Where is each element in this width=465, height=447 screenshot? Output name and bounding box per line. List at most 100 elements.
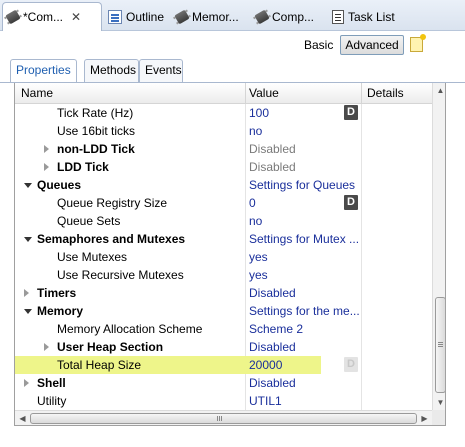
scroll-right-arrow-icon[interactable]: ▶ [417,411,432,425]
chip-icon [5,9,21,25]
default-value-button[interactable]: D [344,105,358,120]
property-name: Shell [37,376,66,390]
property-row[interactable]: Timers Disabled [15,284,432,302]
property-name: Use Mutexes [57,250,128,264]
property-row[interactable]: Utility UTIL1 [15,392,432,410]
tab-label: Memor... [192,9,239,24]
tab-task-list[interactable]: Task List [332,3,395,30]
property-rows: Tick Rate (Hz) 100 D Use 16bit ticks no non-L… [15,104,432,410]
property-name: Memory [37,304,84,318]
default-value-button[interactable]: D [344,195,358,210]
tab-memory[interactable]: Memor... [172,3,239,30]
property-row[interactable]: Tick Rate (Hz) 100 D [15,104,432,122]
property-value[interactable]: Settings for Mutex ... [249,232,359,246]
property-row[interactable]: User Heap Section Disabled [15,338,432,356]
property-value[interactable]: Disabled [249,160,296,174]
expand-arrow-icon[interactable] [44,163,49,171]
property-row[interactable]: Total Heap Size 20000 D [15,356,432,374]
property-value[interactable]: 100 [249,106,269,120]
property-name: Timers [37,286,77,300]
property-name: LDD Tick [57,160,109,174]
task-list-icon [332,9,344,24]
column-header-name[interactable]: Name [21,86,53,100]
tab-outline[interactable]: Outline [108,3,164,30]
property-name: Utility [37,394,67,408]
property-row[interactable]: Use Recursive Mutexes yes [15,266,432,284]
property-name: Memory Allocation Scheme [57,322,203,336]
column-divider[interactable] [361,83,362,104]
property-row[interactable]: Memory Allocation Scheme Scheme 2 [15,320,432,338]
property-row[interactable]: Queues Settings for Queues [15,176,432,194]
scroll-left-arrow-icon[interactable]: ◀ [15,411,30,425]
tab-label: Comp... [272,9,315,24]
vertical-scrollbar[interactable]: ▲ ▼ [432,83,445,410]
tab-methods[interactable]: Methods [84,59,139,82]
scroll-down-arrow-icon[interactable]: ▼ [433,395,445,410]
property-value[interactable]: no [249,124,262,138]
tab-component-inspector[interactable]: *Com... ✕ [2,2,102,31]
property-name: User Heap Section [57,340,164,354]
view-tab-strip: *Com... ✕ Outline Memor... Comp... Task … [0,0,465,31]
advanced-mode-button[interactable]: Advanced [340,35,404,55]
note-icon[interactable] [410,34,426,52]
property-grid[interactable]: Name Value Details Tick Rate (Hz) 100 D Use… [14,83,446,426]
vertical-scroll-thumb[interactable] [435,297,445,393]
horizontal-scrollbar[interactable]: ◀ ▶ [15,410,432,425]
scroll-up-arrow-icon[interactable]: ▲ [433,83,445,98]
inspector-subtabs: Properties Methods Events [0,59,465,83]
property-row[interactable]: Shell Disabled [15,374,432,392]
property-value[interactable]: 20000 [249,358,282,372]
property-row[interactable]: LDD Tick Disabled [15,158,432,176]
tab-properties[interactable]: Properties [10,59,77,83]
column-header-value[interactable]: Value [249,86,279,100]
chip-icon [254,9,270,24]
property-value[interactable]: Disabled [249,376,296,390]
collapse-arrow-icon[interactable] [24,237,32,242]
tab-components[interactable]: Comp... [252,3,314,30]
expand-arrow-icon[interactable] [24,379,29,387]
property-row[interactable]: Use Mutexes yes [15,248,432,266]
scrollbar-corner [432,410,445,425]
property-name: Use 16bit ticks [57,124,136,138]
tab-label: *Com... [23,10,64,24]
column-divider[interactable] [245,83,246,104]
default-value-button[interactable]: D [344,357,358,372]
property-value[interactable]: Disabled [249,142,296,156]
property-row[interactable]: Queue Sets no [15,212,432,230]
chip-icon [174,9,190,24]
property-row[interactable]: Semaphores and Mutexes Settings for Mutex… [15,230,432,248]
close-icon[interactable]: ✕ [71,10,81,24]
tab-events[interactable]: Events [139,59,183,82]
property-name: Queue Registry Size [57,196,168,210]
property-value[interactable]: Disabled [249,340,296,354]
column-header-details[interactable]: Details [367,86,404,100]
property-name: Queue Sets [57,214,121,228]
property-value[interactable]: 0 [249,196,256,210]
basic-mode-link[interactable]: Basic [304,38,333,52]
expand-arrow-icon[interactable] [44,343,49,351]
expand-arrow-icon[interactable] [24,289,29,297]
mode-bar: Basic Advanced [0,31,465,59]
property-value[interactable]: no [249,214,262,228]
property-row[interactable]: non-LDD Tick Disabled [15,140,432,158]
collapse-arrow-icon[interactable] [24,183,32,188]
property-value[interactable]: Disabled [249,286,296,300]
property-name: non-LDD Tick [57,142,135,156]
property-name: Queues [37,178,82,192]
tab-label: Outline [126,9,165,24]
property-name: Semaphores and Mutexes [37,232,186,246]
property-name: Tick Rate (Hz) [57,106,134,120]
property-row[interactable]: Use 16bit ticks no [15,122,432,140]
expand-arrow-icon[interactable] [44,145,49,153]
property-name: Total Heap Size [57,358,142,372]
property-row[interactable]: Memory Settings for the me... [15,302,432,320]
property-row[interactable]: Queue Registry Size 0 D [15,194,432,212]
horizontal-scroll-thumb[interactable] [30,413,417,424]
property-value[interactable]: Scheme 2 [249,322,303,336]
property-value[interactable]: UTIL1 [249,394,282,408]
property-value[interactable]: Settings for the me... [249,304,360,318]
collapse-arrow-icon[interactable] [24,309,32,314]
property-value[interactable]: Settings for Queues [249,178,355,192]
property-value[interactable]: yes [249,250,268,264]
property-value[interactable]: yes [249,268,268,282]
